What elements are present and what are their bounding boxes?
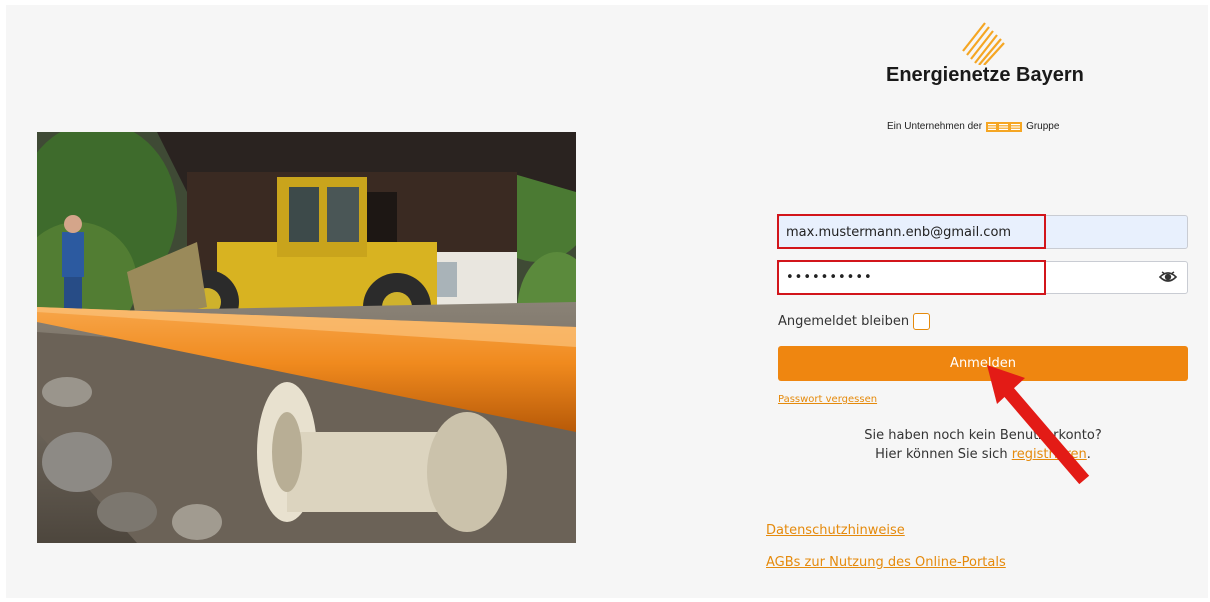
- register-line: Hier können Sie sich registrieren.: [778, 445, 1188, 464]
- brand-name: Energienetze Bayern: [886, 64, 1084, 86]
- password-field[interactable]: [778, 261, 1188, 294]
- forgot-password-link[interactable]: Passwort vergessen: [778, 394, 877, 405]
- esb-logo: [986, 121, 1023, 132]
- remember-checkbox[interactable]: [913, 313, 931, 330]
- register-prompt: Sie haben noch kein Benutzerkonto? Hier …: [778, 426, 1188, 464]
- remember-label: Angemeldet bleiben: [778, 314, 910, 329]
- register-suffix: .: [1086, 447, 1091, 462]
- no-account-text: Sie haben noch kein Benutzerkonto?: [864, 428, 1102, 443]
- tagline-suffix: Gruppe: [1026, 121, 1060, 132]
- tagline-prefix: Ein Unternehmen der: [887, 121, 983, 132]
- eye-icon[interactable]: [1158, 267, 1178, 287]
- email-field[interactable]: [778, 215, 1188, 249]
- brand-tagline: Ein Unternehmen der Gruppe: [887, 121, 1059, 132]
- privacy-link[interactable]: Datenschutzhinweise: [766, 523, 905, 538]
- remember-me: Angemeldet bleiben: [778, 313, 931, 330]
- logo-icon: [957, 19, 1007, 66]
- construction-photo: [37, 132, 576, 543]
- register-prefix: Hier können Sie sich: [875, 447, 1008, 462]
- agb-link[interactable]: AGBs zur Nutzung des Online-Portals: [766, 555, 1006, 570]
- register-link[interactable]: registrieren: [1012, 447, 1087, 462]
- login-button[interactable]: Anmelden: [778, 346, 1188, 381]
